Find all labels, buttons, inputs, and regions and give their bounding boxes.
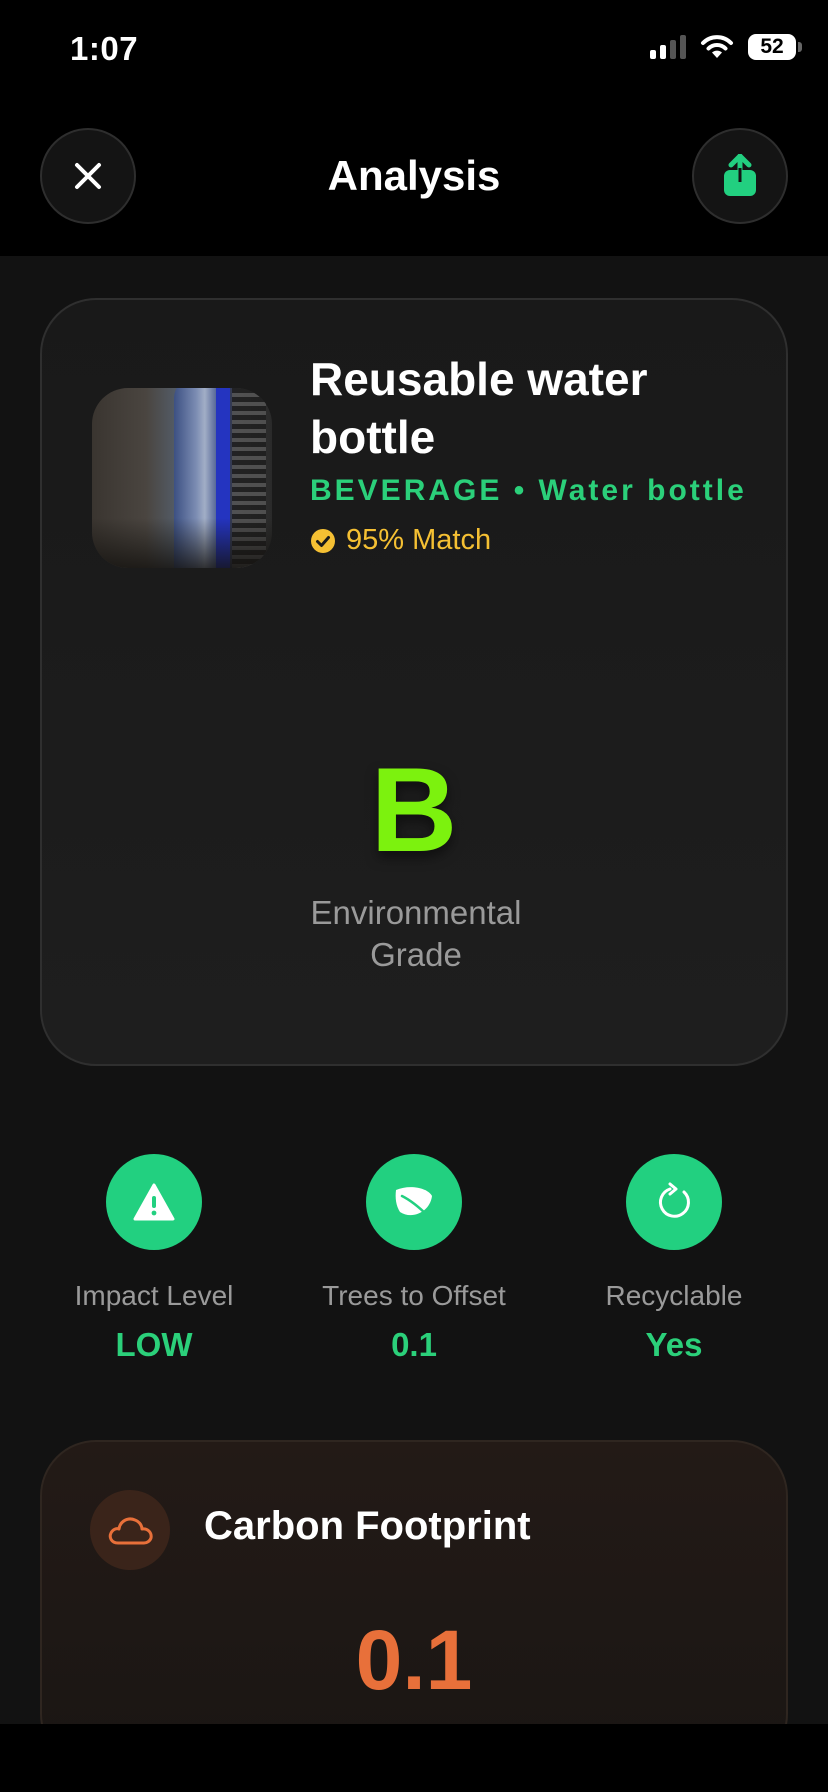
stat-label: Recyclable — [605, 1280, 743, 1311]
product-name: Reusable water bottle — [310, 353, 648, 463]
warning-icon — [133, 1183, 175, 1221]
nav-bar: Analysis — [0, 100, 828, 256]
stat-value: 0.1 — [391, 1326, 437, 1363]
check-circle-icon — [311, 528, 335, 553]
product-image — [92, 388, 272, 568]
product-category: BEVERAGE • Water bottle — [310, 474, 747, 507]
carbon-footprint-card: Carbon Footprint 0.1 — [40, 1440, 788, 1724]
status-icons: 52 — [650, 34, 802, 60]
status-time: 1:07 — [70, 30, 139, 67]
stat-value: Yes — [645, 1326, 703, 1363]
stat-trees-to-offset: Trees to Offset 0.1 — [294, 1154, 534, 1364]
stat-impact-level: Impact Level LOW — [34, 1154, 274, 1364]
product-info: Reusable water bottle BEVERAGE • Water b… — [310, 350, 750, 557]
recycle-icon — [659, 1182, 690, 1218]
environmental-grade: B — [370, 743, 458, 877]
cloud-icon — [108, 1517, 153, 1545]
stats-row: Impact Level LOW Trees to Offset 0.1 Rec… — [0, 1154, 828, 1374]
leaf-icon — [395, 1187, 432, 1218]
match-badge: 95% Match — [310, 524, 750, 557]
share-button[interactable] — [692, 128, 788, 224]
stat-label: Impact Level — [74, 1280, 234, 1311]
stat-value: LOW — [115, 1326, 193, 1363]
carbon-title: Carbon Footprint — [204, 1504, 531, 1548]
status-bar: 1:07 52 — [0, 0, 828, 100]
product-card: Reusable water bottle BEVERAGE • Water b… — [40, 298, 788, 1066]
analysis-content[interactable]: Reusable water bottle BEVERAGE • Water b… — [0, 256, 828, 1724]
share-icon — [724, 154, 756, 196]
stat-recyclable: Recyclable Yes — [554, 1154, 794, 1364]
wifi-icon — [701, 35, 733, 58]
carbon-value: 0.1 — [355, 1613, 473, 1707]
cellular-signal-icon — [650, 35, 686, 59]
match-text: 95% Match — [346, 524, 492, 556]
stat-label: Trees to Offset — [322, 1280, 506, 1311]
bottom-bar — [0, 1724, 828, 1792]
grade-label: Environmental Grade — [310, 894, 522, 973]
battery-icon: 52 — [748, 34, 802, 60]
